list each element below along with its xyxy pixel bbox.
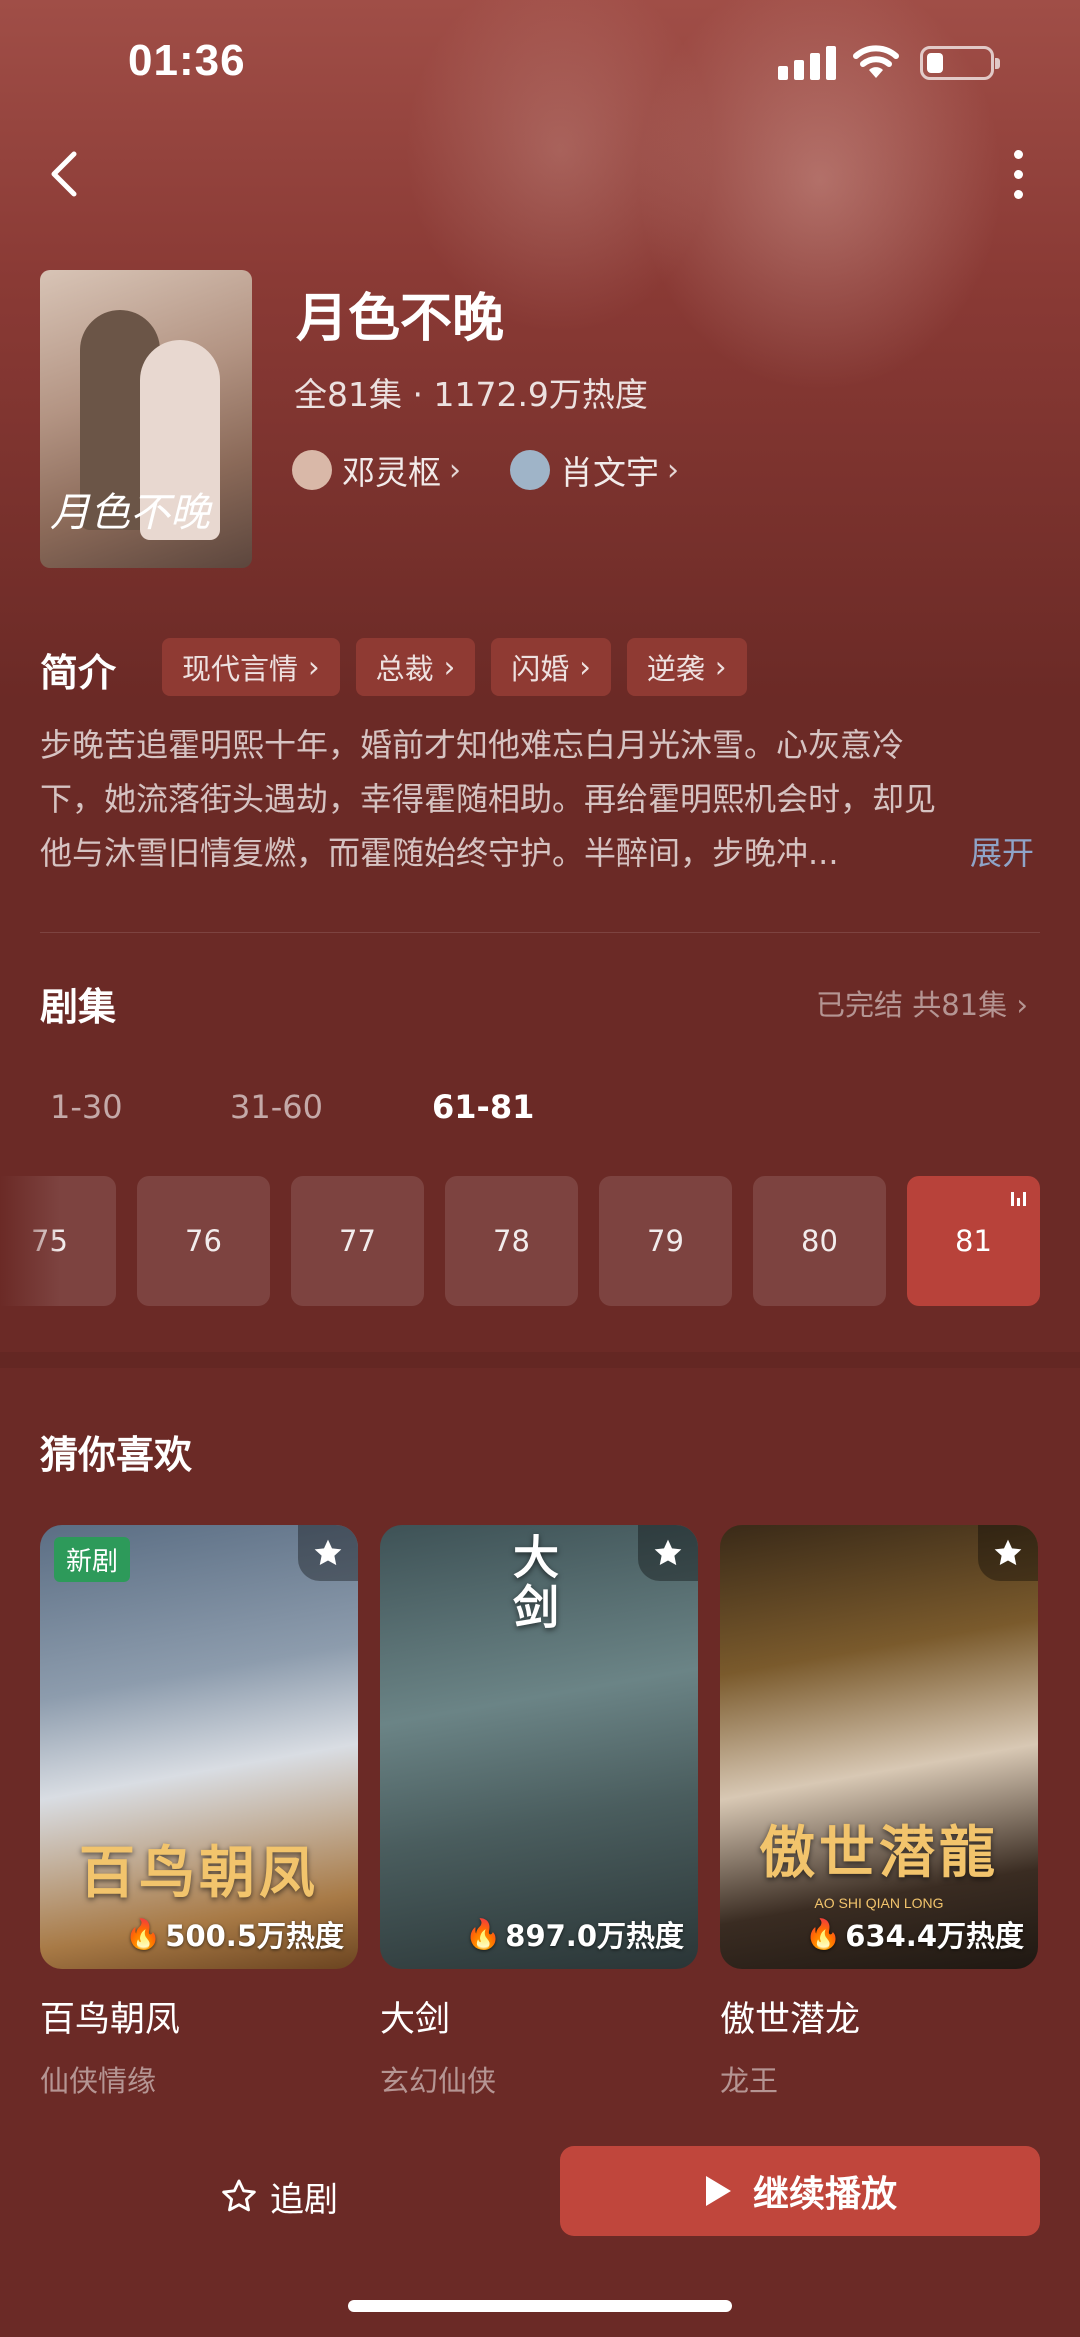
range-tab-2[interactable]: 31-60 xyxy=(230,1088,323,1126)
recommendation-title: 百鸟朝凤 xyxy=(40,2000,181,2040)
star-icon[interactable] xyxy=(638,1525,698,1581)
home-indicator[interactable] xyxy=(348,2300,732,2312)
cover-title: 傲世潜龍 xyxy=(759,1820,999,1886)
episode-button[interactable]: 76 xyxy=(137,1176,270,1306)
recommendation-genre: 仙侠情缘 xyxy=(40,2064,157,2098)
chevron-right-icon: › xyxy=(443,650,456,684)
status-bar: 01:36 xyxy=(0,0,1080,130)
heat-count: 🔥 500.5万热度 xyxy=(125,1916,344,1954)
cover-image: 新剧 百鸟朝凤 🔥 500.5万热度 xyxy=(40,1525,358,1969)
tag-list: 现代言情 › 总裁 › 闪婚 › 逆袭 › xyxy=(162,638,747,696)
divider xyxy=(40,932,1040,933)
section-separator xyxy=(0,1352,1080,1368)
tag-item[interactable]: 现代言情 › xyxy=(162,638,340,696)
episode-button[interactable]: 78 xyxy=(445,1176,578,1306)
cover-image: 大剑 🔥 897.0万热度 xyxy=(380,1525,698,1969)
tag-item[interactable]: 总裁 › xyxy=(355,638,476,696)
cast-name: 邓灵枢 xyxy=(342,453,441,492)
star-icon[interactable] xyxy=(978,1525,1038,1581)
chevron-left-icon xyxy=(51,151,77,197)
recommendation-genre: 龙王 xyxy=(720,2064,779,2098)
episodes-label: 剧集 xyxy=(40,985,117,1029)
follow-button[interactable]: 追剧 xyxy=(220,2166,338,2226)
wifi-icon xyxy=(852,42,900,80)
synopsis-text: 步晚苦追霍明熙十年，婚前才知他难忘白月光沐雪。心灰意冷 下，她流落街头遇劫，幸得… xyxy=(40,726,937,872)
star-outline-icon xyxy=(222,2179,256,2212)
tag-item[interactable]: 闪婚 › xyxy=(491,638,611,696)
flame-icon: 🔥 xyxy=(465,1916,502,1951)
cover-title: 百鸟朝凤 xyxy=(79,1840,319,1906)
avatar xyxy=(510,450,550,490)
avatar xyxy=(292,450,332,490)
signal-icon xyxy=(778,44,836,80)
recommendation-genre: 玄幻仙侠 xyxy=(380,2064,497,2098)
episode-button-current[interactable]: 81 xyxy=(907,1176,1040,1306)
recommendation-card[interactable]: 大剑 🔥 897.0万热度 大剑 玄幻仙侠 xyxy=(380,1525,698,2100)
expand-link[interactable]: 展开 xyxy=(970,828,1034,874)
drama-title: 月色不晚 xyxy=(296,289,505,349)
heat-count: 🔥 897.0万热度 xyxy=(465,1916,684,1954)
poster-title: 月色不晚 xyxy=(50,490,210,536)
battery-icon xyxy=(920,46,1000,80)
range-tab-1[interactable]: 1-30 xyxy=(50,1088,123,1126)
flame-icon: 🔥 xyxy=(805,1916,842,1951)
tag-item[interactable]: 逆袭 › xyxy=(626,638,747,696)
cover-subtitle: AO SHI QIAN LONG xyxy=(814,1895,944,1911)
new-badge: 新剧 xyxy=(54,1537,131,1582)
chevron-right-icon: › xyxy=(1016,988,1028,1022)
chevron-right-icon: › xyxy=(579,650,591,684)
recommendation-title: 大剑 xyxy=(380,2000,451,2040)
play-icon xyxy=(705,2176,731,2206)
cast-name: 肖文宇 xyxy=(560,453,659,492)
episode-list: 75 76 77 78 79 80 81 xyxy=(0,1176,1040,1306)
episode-button[interactable]: 77 xyxy=(291,1176,424,1306)
chevron-right-icon: › xyxy=(449,452,461,488)
drama-meta: 全81集 · 1172.9万热度 xyxy=(294,375,648,414)
recommendation-list: 新剧 百鸟朝凤 🔥 500.5万热度 百鸟朝凤 仙侠情缘 大剑 🔥 897.0万热度… xyxy=(40,1525,1038,2100)
recommendation-card[interactable]: 傲世潜龍 AO SHI QIAN LONG 🔥 634.4万热度 傲世潜龙 龙王 xyxy=(720,1525,1038,2100)
cast-member-1[interactable]: 邓灵枢 › xyxy=(292,446,461,494)
status-time: 01:36 xyxy=(128,36,246,85)
cover-image: 傲世潜龍 AO SHI QIAN LONG 🔥 634.4万热度 xyxy=(720,1525,1038,1969)
drama-poster: 月色不晚 xyxy=(40,270,252,568)
synopsis-label: 简介 xyxy=(40,651,117,695)
cast-member-2[interactable]: 肖文宇 › xyxy=(510,446,679,494)
recommendations-label: 猜你喜欢 xyxy=(40,1433,193,1477)
continue-play-button[interactable]: 继续播放 xyxy=(560,2146,1040,2236)
episode-status-link[interactable]: 已完结 共81集 › xyxy=(816,982,1028,1024)
recommendation-title: 傲世潜龙 xyxy=(720,2000,861,2040)
back-button[interactable] xyxy=(44,146,84,202)
range-tab-3[interactable]: 61-81 xyxy=(432,1088,534,1126)
now-playing-icon xyxy=(1011,1192,1026,1206)
episode-button[interactable]: 80 xyxy=(753,1176,886,1306)
recommendation-card[interactable]: 新剧 百鸟朝凤 🔥 500.5万热度 百鸟朝凤 仙侠情缘 xyxy=(40,1525,358,2100)
chevron-right-icon: › xyxy=(667,452,679,488)
scroll-fade xyxy=(0,1176,60,1306)
episode-button[interactable]: 79 xyxy=(599,1176,732,1306)
chevron-right-icon: › xyxy=(308,650,320,684)
flame-icon: 🔥 xyxy=(125,1916,162,1951)
more-options-button[interactable] xyxy=(1000,146,1036,202)
chevron-right-icon: › xyxy=(714,650,727,684)
cover-title: 大剑 xyxy=(506,1533,560,1633)
heat-count: 🔥 634.4万热度 xyxy=(805,1916,1024,1954)
star-icon[interactable] xyxy=(298,1525,358,1581)
